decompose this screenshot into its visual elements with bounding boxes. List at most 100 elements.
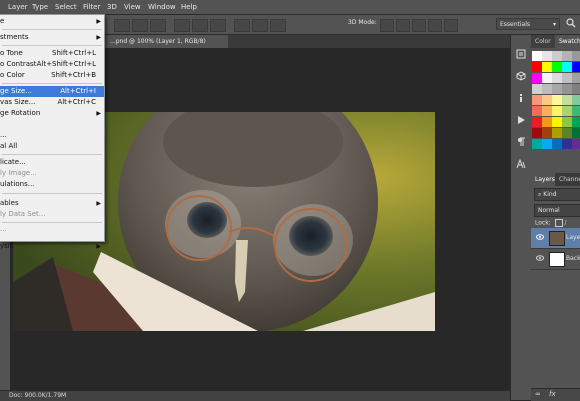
swatch[interactable] [532, 84, 542, 94]
menu-select[interactable]: Select [55, 3, 77, 11]
swatch[interactable] [532, 128, 542, 138]
eye-icon[interactable] [536, 234, 544, 240]
menu-window[interactable]: Window [148, 3, 176, 11]
swatch[interactable] [532, 95, 542, 105]
swatch[interactable] [552, 95, 562, 105]
menu-item-reveal-all[interactable]: al All [0, 141, 104, 152]
swatch[interactable] [552, 84, 562, 94]
eye-icon[interactable] [536, 255, 544, 261]
menu-item-auto-tone[interactable]: o Tone Shift+Ctrl+L [0, 48, 104, 59]
layer-filter-select[interactable]: ⌕ Kind [534, 188, 580, 201]
swatch[interactable] [572, 106, 580, 116]
swatch[interactable] [572, 139, 580, 149]
swatch[interactable] [532, 62, 542, 72]
distribute-left-button[interactable] [234, 19, 250, 32]
distribute-right-button[interactable] [252, 19, 268, 32]
menu-item-analysis[interactable]: ysis ▶ [0, 241, 104, 252]
menu-type[interactable]: Type [32, 3, 48, 11]
swatch[interactable] [562, 84, 572, 94]
swatch[interactable] [562, 128, 572, 138]
info-icon[interactable] [516, 93, 526, 103]
swatch[interactable] [552, 128, 562, 138]
swatch[interactable] [532, 117, 542, 127]
menu-item-image-rotation[interactable]: ge Rotation ▶ [0, 108, 104, 119]
swatch[interactable] [562, 62, 572, 72]
menu-item-canvas-size[interactable]: vas Size... Alt+Ctrl+C [0, 97, 104, 108]
swatch[interactable] [542, 117, 552, 127]
swatch[interactable] [552, 117, 562, 127]
swatch[interactable] [542, 73, 552, 83]
swatch[interactable] [542, 106, 552, 116]
menu-item-calculations[interactable]: ulations... [0, 179, 104, 190]
swatch[interactable] [562, 117, 572, 127]
swatch[interactable] [572, 73, 580, 83]
swatch[interactable] [542, 139, 552, 149]
layer-row-layer-1[interactable]: Layer 1 [531, 228, 580, 249]
swatch[interactable] [572, 84, 580, 94]
3d-pan-button[interactable] [412, 19, 426, 32]
swatch[interactable] [542, 128, 552, 138]
menu-filter[interactable]: Filter [83, 3, 100, 11]
tab-channels[interactable]: Channels [555, 173, 580, 186]
blend-mode-select[interactable]: Normal [534, 204, 580, 217]
swatch[interactable] [562, 73, 572, 83]
3d-cube-icon[interactable] [516, 71, 526, 81]
lock-transparency-icon[interactable] [554, 219, 563, 227]
menu-item-trap[interactable]: ... [0, 224, 104, 235]
swatch[interactable] [562, 95, 572, 105]
swatch[interactable] [542, 62, 552, 72]
swatch[interactable] [552, 51, 562, 61]
menu-item-adjustments[interactable]: stments ▶ [0, 32, 104, 43]
swatch[interactable] [532, 73, 542, 83]
paragraph-icon[interactable] [516, 137, 526, 147]
fx-icon[interactable]: fx [549, 390, 556, 398]
tab-color[interactable]: Color [531, 35, 555, 48]
align-center-button[interactable] [132, 19, 148, 32]
character-icon[interactable] [516, 159, 526, 169]
align-right-button[interactable] [150, 19, 166, 32]
swatch[interactable] [532, 106, 542, 116]
swatch[interactable] [532, 51, 542, 61]
link-icon[interactable]: ∞ [535, 390, 541, 398]
swatch[interactable] [552, 139, 562, 149]
menu-item-trim[interactable]: ... [0, 130, 104, 141]
3d-slide-button[interactable] [428, 19, 442, 32]
swatch[interactable] [572, 62, 580, 72]
menu-item-image-size[interactable]: ge Size... Alt+Ctrl+I [0, 86, 104, 97]
swatch[interactable] [562, 51, 572, 61]
menu-item-auto-color[interactable]: o Color Shift+Ctrl+B [0, 70, 104, 81]
auto-align-button[interactable] [270, 19, 286, 32]
menu-item-duplicate[interactable]: licate... [0, 157, 104, 168]
history-icon[interactable] [516, 49, 526, 59]
align-left-button[interactable] [114, 19, 130, 32]
swatch[interactable] [572, 128, 580, 138]
tab-swatches[interactable]: Swatches [555, 35, 580, 48]
swatch[interactable] [572, 95, 580, 105]
menu-view[interactable]: View [124, 3, 141, 11]
menu-item-mode[interactable]: e ▶ [0, 16, 104, 27]
swatch[interactable] [562, 106, 572, 116]
swatch[interactable] [542, 51, 552, 61]
swatch[interactable] [572, 117, 580, 127]
menu-3d[interactable]: 3D [107, 3, 117, 11]
menu-help[interactable]: Help [181, 3, 197, 11]
distribute-top-button[interactable] [174, 19, 190, 32]
menu-item-apply-image[interactable]: ly Image... [0, 168, 104, 179]
swatch[interactable] [552, 106, 562, 116]
distribute-middle-button[interactable] [192, 19, 208, 32]
layer-row-background[interactable]: Background [531, 249, 580, 270]
brush-icon[interactable]: / [565, 220, 567, 227]
tab-layers[interactable]: Layers [531, 173, 555, 186]
distribute-bottom-button[interactable] [210, 19, 226, 32]
menu-layer[interactable]: Layer [8, 3, 28, 11]
swatch[interactable] [532, 139, 542, 149]
workspace-switcher[interactable]: Essentials ▾ [496, 18, 560, 30]
swatch[interactable] [542, 84, 552, 94]
3d-rotate-button[interactable] [380, 19, 394, 32]
swatch[interactable] [572, 51, 580, 61]
menu-item-crop[interactable] [0, 119, 104, 130]
swatch[interactable] [552, 73, 562, 83]
swatch[interactable] [552, 62, 562, 72]
menu-item-auto-contrast[interactable]: o Contrast Alt+Shift+Ctrl+L [0, 59, 104, 70]
play-icon[interactable] [516, 115, 526, 125]
